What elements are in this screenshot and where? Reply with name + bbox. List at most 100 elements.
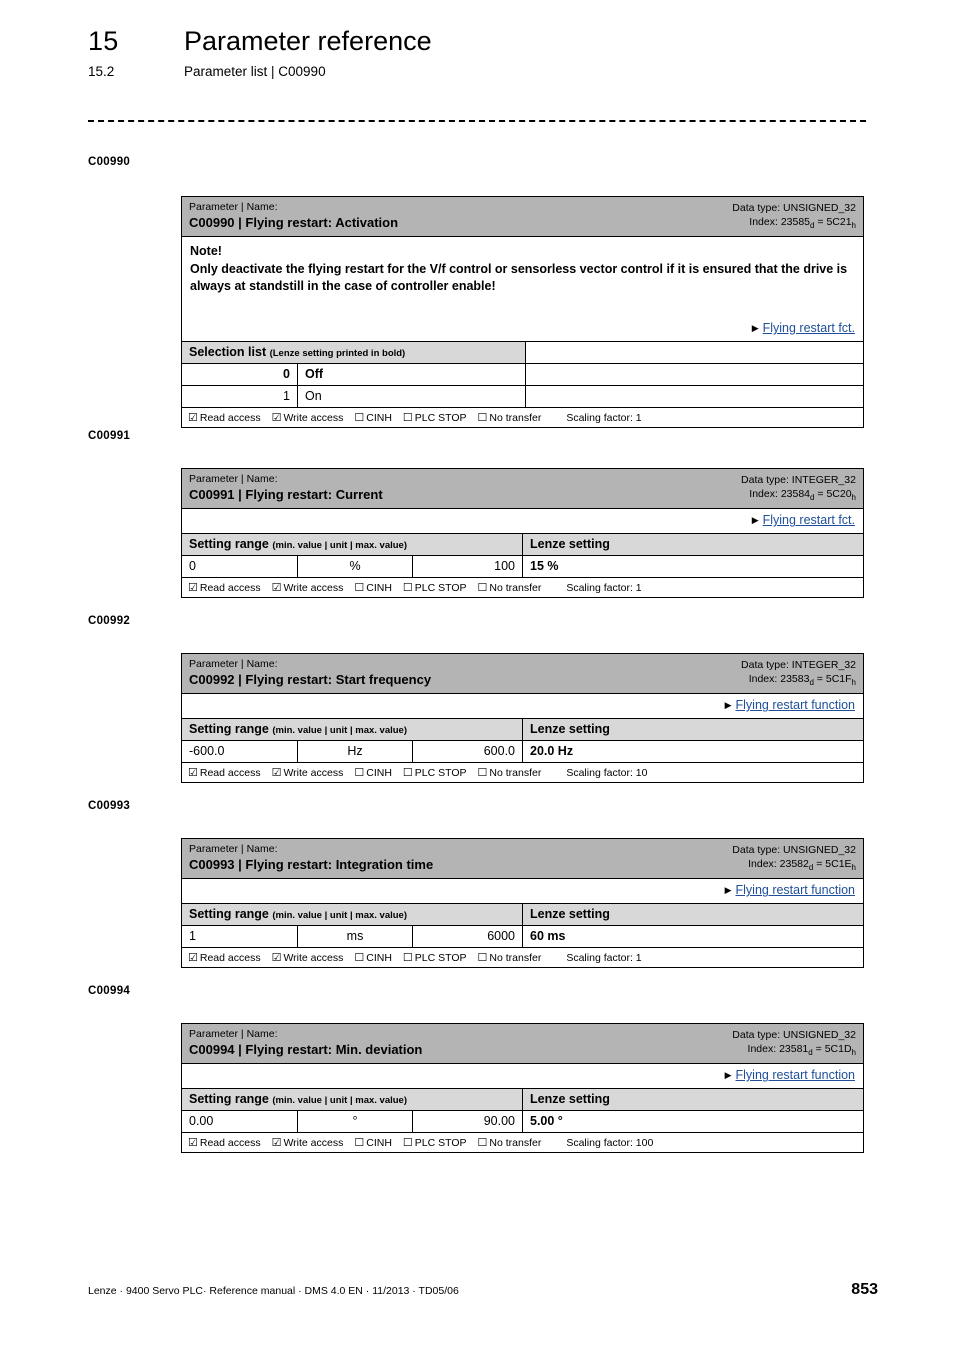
setting-range-values-row: -600.0 Hz 600.0 20.0 Hz <box>182 740 863 763</box>
lenze-setting-header: Lenze setting <box>522 534 863 556</box>
parameter-note-c00990: Note! Only deactivate the flying restart… <box>182 236 863 299</box>
parameter-index: Index: 23581d = 5C1Dh <box>747 1042 856 1057</box>
selection-list-header: Selection list (Lenze setting printed in… <box>182 342 525 364</box>
parameter-table-c00990: Parameter | Name: C00990 | Flying restar… <box>181 196 864 429</box>
note-body: Only deactivate the flying restart for t… <box>190 261 848 293</box>
page-number: 853 <box>851 1281 878 1298</box>
parameter-index: Index: 23585d = 5C21h <box>749 215 856 230</box>
checkbox-unchecked-icon: ☐ <box>477 582 488 595</box>
checkbox-unchecked-icon: ☐ <box>477 952 488 965</box>
link-arrow-icon: ▶ <box>724 700 732 711</box>
checkbox-unchecked-icon: ☐ <box>477 767 488 780</box>
parameter-index: Index: 23582d = 5C1Eh <box>748 857 856 872</box>
access-row-c00990: ☑ Read access ☑ Write access ☐ CINH ☐ PLC ST… <box>182 407 863 427</box>
setting-range-values-row: 0 % 100 15 % <box>182 555 863 578</box>
access-plc-stop: ☐ PLC STOP <box>402 582 467 595</box>
parameter-caption: Parameter | Name: <box>189 658 278 670</box>
selection-row-spacer <box>525 386 863 408</box>
lenze-setting-value: 60 ms <box>522 926 863 948</box>
access-cinh: ☐ CINH <box>354 1137 392 1150</box>
note-title: Note! <box>190 244 222 259</box>
access-write: ☑ Write access <box>271 952 344 965</box>
checkbox-checked-icon: ☑ <box>188 1137 198 1150</box>
page-footer: Lenze · 9400 Servo PLC· Reference manual… <box>88 1281 878 1299</box>
parameter-table-c00991: Parameter | Name: C00991 | Flying restar… <box>181 468 864 599</box>
checkbox-checked-icon: ☑ <box>271 767 282 780</box>
parameter-name: C00993 | Flying restart: Integration tim… <box>189 857 434 873</box>
checkbox-unchecked-icon: ☐ <box>354 767 365 780</box>
access-read: ☑ Read access <box>188 952 261 965</box>
access-row-c00992: ☑ Read access ☑ Write access ☐ CINH ☐ PLC ST… <box>182 762 863 782</box>
parameter-caption: Parameter | Name: <box>189 1028 278 1040</box>
crossref-row-c00994: ▶ Flying restart function <box>182 1063 863 1088</box>
checkbox-checked-icon: ☑ <box>271 412 282 425</box>
checkbox-unchecked-icon: ☐ <box>477 412 488 425</box>
section-heading: 15.2 Parameter list | C00990 <box>88 64 878 79</box>
chapter-heading: 15 Parameter reference <box>88 26 878 57</box>
range-unit: % <box>297 556 412 578</box>
checkbox-checked-icon: ☑ <box>271 582 282 595</box>
parameter-table-c00994: Parameter | Name: C00994 | Flying restar… <box>181 1023 864 1154</box>
access-write: ☑ Write access <box>271 582 344 595</box>
selection-row-spacer <box>525 364 863 386</box>
setting-range-header: Setting range (min. value | unit | max. … <box>182 904 522 926</box>
crossref-link-flying-restart-fct[interactable]: ▶ Flying restart fct. <box>752 513 855 527</box>
data-type: Data type: UNSIGNED_32 <box>732 1029 856 1041</box>
section-number: 15.2 <box>88 64 115 79</box>
checkbox-checked-icon: ☑ <box>188 582 198 595</box>
link-arrow-icon: ▶ <box>751 323 759 334</box>
crossref-link-flying-restart-fct[interactable]: ▶ Flying restart fct. <box>752 321 855 335</box>
crossref-link-flying-restart-function[interactable]: ▶ Flying restart function <box>725 698 855 712</box>
access-no-transfer: ☐ No transfer <box>477 412 542 425</box>
setting-range-header-row: Setting range (min. value | unit | max. … <box>182 533 863 556</box>
margin-label-c00990: C00990 <box>88 156 131 168</box>
access-row-c00994: ☑ Read access ☑ Write access ☐ CINH ☐ PLC ST… <box>182 1132 863 1152</box>
selection-value: 1 <box>283 389 290 404</box>
selection-row-0: 0 Off <box>182 363 863 386</box>
link-arrow-icon: ▶ <box>724 885 732 896</box>
access-cinh: ☐ CINH <box>354 412 392 425</box>
range-unit: Hz <box>297 741 412 763</box>
crossref-link-flying-restart-function[interactable]: ▶ Flying restart function <box>725 1068 855 1082</box>
setting-range-header: Setting range (min. value | unit | max. … <box>182 534 522 556</box>
scaling-factor: Scaling factor: 1 <box>566 951 642 964</box>
parameter-header-c00992: Parameter | Name: C00992 | Flying restar… <box>182 654 863 694</box>
checkbox-unchecked-icon: ☐ <box>354 412 365 425</box>
parameter-name: C00992 | Flying restart: Start frequency <box>189 672 432 688</box>
parameter-header-c00994: Parameter | Name: C00994 | Flying restar… <box>182 1024 863 1064</box>
range-unit: ms <box>297 926 412 948</box>
checkbox-unchecked-icon: ☐ <box>402 582 413 595</box>
checkbox-unchecked-icon: ☐ <box>354 582 365 595</box>
range-max: 90.00 <box>412 1111 522 1133</box>
access-row-c00993: ☑ Read access ☑ Write access ☐ CINH ☐ PLC ST… <box>182 947 863 967</box>
access-read: ☑ Read access <box>188 582 261 595</box>
access-plc-stop: ☐ PLC STOP <box>402 952 467 965</box>
crossref-row-c00992: ▶ Flying restart function <box>182 693 863 718</box>
parameter-name: C00990 | Flying restart: Activation <box>189 215 399 231</box>
access-no-transfer: ☐ No transfer <box>477 582 542 595</box>
crossref-link-flying-restart-function[interactable]: ▶ Flying restart function <box>725 883 855 897</box>
margin-label-c00992: C00992 <box>88 615 131 627</box>
parameter-table-c00992: Parameter | Name: C00992 | Flying restar… <box>181 653 864 784</box>
access-plc-stop: ☐ PLC STOP <box>402 767 467 780</box>
setting-range-header-row: Setting range (min. value | unit | max. … <box>182 903 863 926</box>
chapter-title: Parameter reference <box>184 26 432 56</box>
checkbox-unchecked-icon: ☐ <box>402 1137 413 1150</box>
lenze-setting-header: Lenze setting <box>522 1089 863 1111</box>
access-read: ☑ Read access <box>188 767 261 780</box>
header-divider <box>88 120 866 122</box>
lenze-setting-value: 20.0 Hz <box>522 741 863 763</box>
data-type: Data type: UNSIGNED_32 <box>732 844 856 856</box>
access-cinh: ☐ CINH <box>354 952 392 965</box>
range-min: 0 <box>189 559 196 574</box>
scaling-factor: Scaling factor: 100 <box>566 1136 654 1149</box>
range-unit: ° <box>297 1111 412 1133</box>
access-plc-stop: ☐ PLC STOP <box>402 412 467 425</box>
range-min: 0.00 <box>189 1114 214 1129</box>
range-max: 6000 <box>412 926 522 948</box>
parameter-header-c00993: Parameter | Name: C00993 | Flying restar… <box>182 839 863 879</box>
data-type: Data type: INTEGER_32 <box>741 659 856 671</box>
access-plc-stop: ☐ PLC STOP <box>402 1137 467 1150</box>
selection-label: On <box>297 386 525 408</box>
parameter-name: C00994 | Flying restart: Min. deviation <box>189 1042 423 1058</box>
